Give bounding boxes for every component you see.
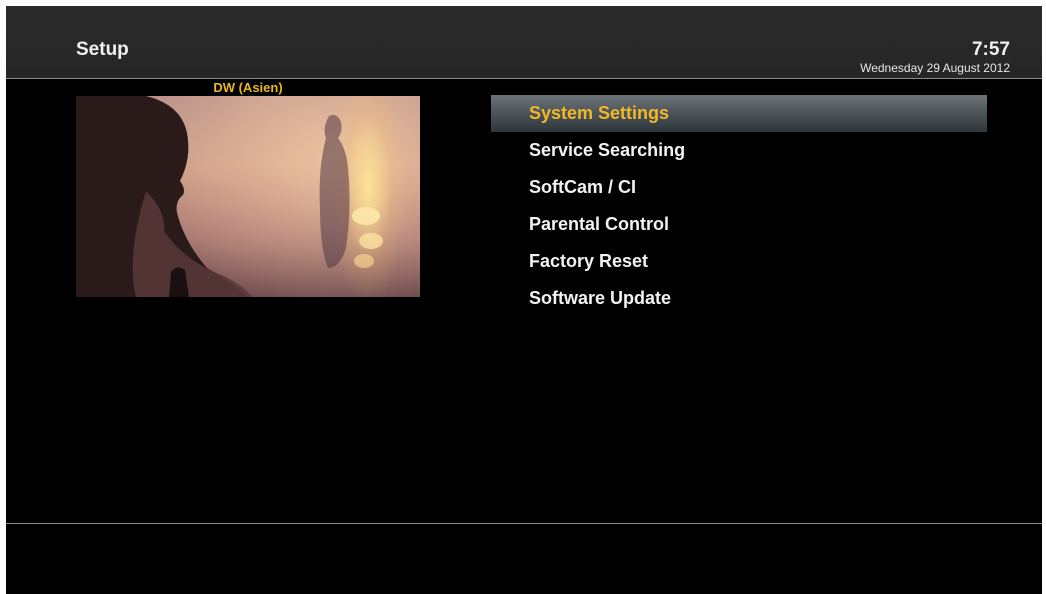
clock-date: Wednesday 29 August 2012 [860, 61, 1010, 75]
preview-channel-name: DW (Asien) [213, 80, 283, 95]
menu-item-parental-control[interactable]: Parental Control [491, 206, 987, 243]
header-bar: Setup 7:57 Wednesday 29 August 2012 [6, 6, 1042, 79]
page-title: Setup [76, 39, 129, 60]
setup-menu: System Settings Service Searching SoftCa… [491, 95, 987, 317]
menu-item-label: System Settings [529, 103, 670, 123]
menu-item-softcam-ci[interactable]: SoftCam / CI [491, 169, 987, 206]
menu-item-label: Service Searching [529, 140, 686, 160]
menu-item-label: SoftCam / CI [529, 177, 637, 197]
menu-item-label: Parental Control [529, 214, 670, 234]
menu-item-system-settings[interactable]: System Settings [491, 95, 987, 132]
tv-screen: Setup 7:57 Wednesday 29 August 2012 DW (… [6, 6, 1042, 594]
menu-item-factory-reset[interactable]: Factory Reset [491, 243, 987, 280]
menu-item-label: Factory Reset [529, 251, 649, 271]
menu-item-software-update[interactable]: Software Update [491, 280, 987, 317]
preview-video-frame [76, 96, 383, 297]
clock-time: 7:57 [971, 39, 1010, 60]
footer-divider [6, 523, 1042, 524]
menu-item-label: Software Update [529, 288, 672, 308]
menu-item-service-searching[interactable]: Service Searching [491, 132, 987, 169]
video-preview [76, 96, 420, 297]
